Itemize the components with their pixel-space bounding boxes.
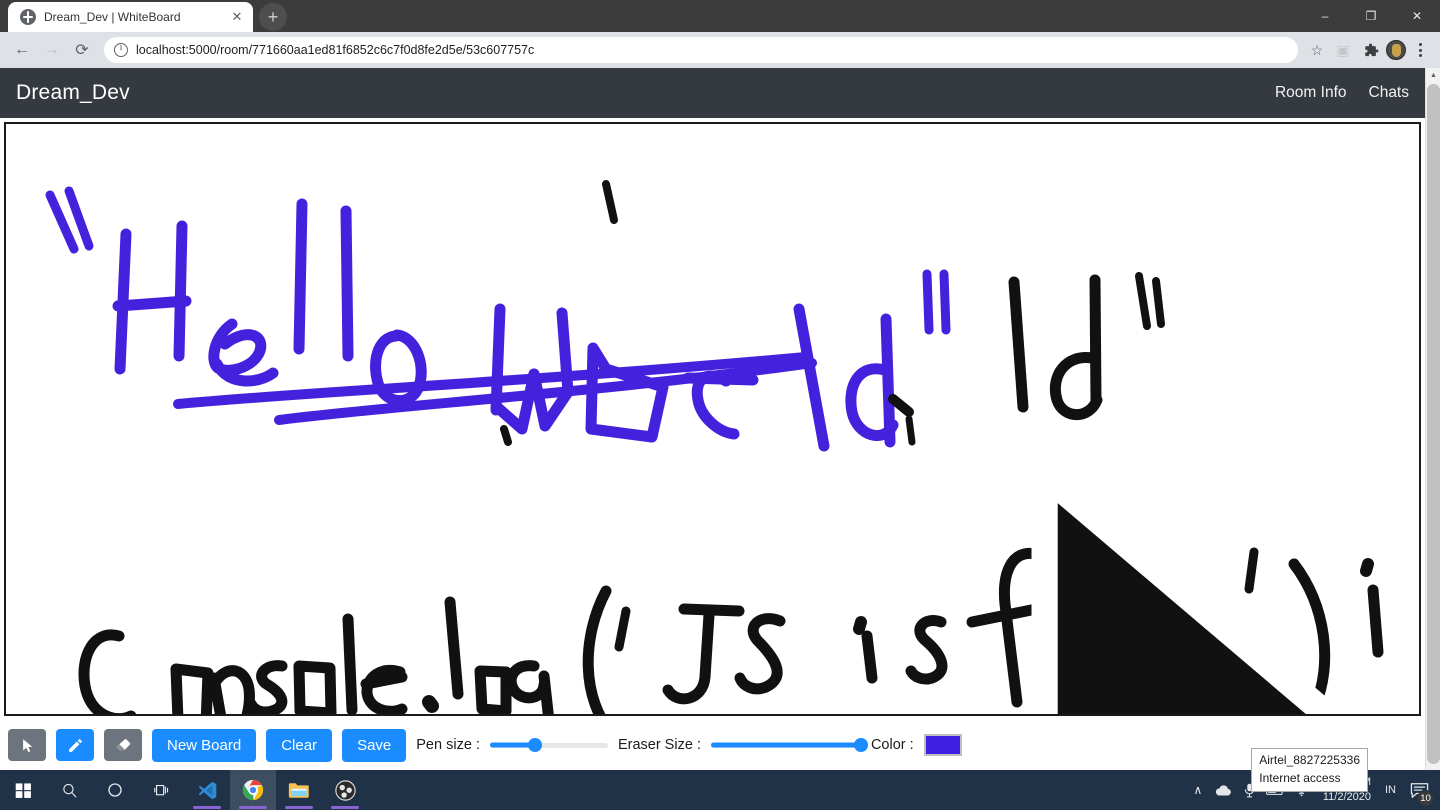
app-brand[interactable]: Dream_Dev <box>16 81 130 105</box>
pen-size-control: Pen size : <box>416 737 608 753</box>
action-center-button[interactable]: 10 <box>1402 770 1436 810</box>
eraser-size-control: Eraser Size : <box>617 737 868 753</box>
url-text: localhost:5000/room/771660aa1ed81f6852c6… <box>136 43 535 57</box>
color-label: Color : <box>870 737 914 753</box>
new-tab-button[interactable]: + <box>259 3 287 31</box>
search-icon <box>62 783 76 797</box>
file-explorer-taskbar-button[interactable] <box>276 770 322 810</box>
color-picker-swatch[interactable] <box>923 734 962 756</box>
clock-date: 11/2/2020 <box>1322 791 1371 803</box>
close-window-button[interactable]: ✕ <box>1394 0 1440 32</box>
back-button[interactable]: ← <box>8 36 36 64</box>
maximize-button[interactable]: ❐ <box>1348 0 1394 32</box>
task-view-icon <box>153 784 168 795</box>
eraser-size-label: Eraser Size : <box>617 737 701 753</box>
scroll-up-arrow-icon[interactable]: ▲ <box>1426 68 1440 83</box>
eraser-icon <box>116 738 130 750</box>
header-nav: Room Info Chats <box>1275 84 1409 102</box>
pencil-icon <box>68 738 82 752</box>
language-indicator[interactable]: IN <box>1379 770 1402 810</box>
clear-button[interactable]: Clear <box>266 728 333 762</box>
obs-icon <box>334 779 356 801</box>
browser-tab-title: Dream_Dev | WhiteBoard <box>44 10 181 24</box>
network-tooltip: Airtel_8827225336 Internet access <box>1251 748 1368 792</box>
browser-toolbar: ← → ⟳ localhost:5000/room/771660aa1ed81f… <box>0 32 1440 68</box>
pen-size-label: Pen size : <box>416 737 480 753</box>
select-tool-button[interactable] <box>8 729 46 761</box>
globe-icon <box>20 9 36 25</box>
forward-button: → <box>44 41 60 58</box>
page-viewport: Dream_Dev Room Info Chats New Board Clea… <box>0 68 1440 810</box>
three-dot-menu-icon[interactable] <box>1408 37 1432 63</box>
eraser-tool-button[interactable] <box>104 729 142 761</box>
reload-button[interactable]: ⟳ <box>68 36 96 64</box>
start-button[interactable] <box>0 770 46 810</box>
pen-size-slider[interactable] <box>489 738 608 752</box>
app-header: Dream_Dev Room Info Chats <box>0 68 1425 118</box>
whiteboard-app: Dream_Dev Room Info Chats New Board Clea… <box>0 68 1425 774</box>
system-tray: ∧ 11/2/2020 IN 10 Airtel_8827225336 Inte… <box>1185 748 1440 810</box>
eraser-size-slider[interactable] <box>710 738 868 752</box>
chrome-browser-window: Dream_Dev | WhiteBoard ✕ + – ❐ ✕ ← → ⟳ l… <box>0 0 1440 810</box>
minimize-button[interactable]: – <box>1302 0 1348 32</box>
browser-tab[interactable]: Dream_Dev | WhiteBoard ✕ <box>8 2 253 32</box>
search-button[interactable] <box>46 770 92 810</box>
vscode-icon <box>198 781 216 799</box>
bookmark-star-icon[interactable]: ☆ <box>1306 39 1328 61</box>
windows-taskbar: ∧ 11/2/2020 IN 10 Airtel_8827225336 Inte… <box>0 748 1440 810</box>
vscode-taskbar-button[interactable] <box>184 770 230 810</box>
folder-icon <box>288 782 309 798</box>
obs-taskbar-button[interactable] <box>322 770 368 810</box>
page-scrollbar[interactable]: ▲ ▼ <box>1425 68 1440 810</box>
cortana-button[interactable] <box>92 770 138 810</box>
chrome-taskbar-button[interactable] <box>230 770 276 810</box>
room-info-link[interactable]: Room Info <box>1275 84 1347 102</box>
cast-icon[interactable]: ▣ <box>1330 37 1356 63</box>
onedrive-cloud-icon[interactable] <box>1211 770 1237 810</box>
window-controls: – ❐ ✕ <box>1302 0 1440 32</box>
browser-tab-strip: Dream_Dev | WhiteBoard ✕ + – ❐ ✕ <box>0 0 1440 32</box>
whiteboard-canvas[interactable] <box>4 122 1421 716</box>
cortana-circle-icon <box>108 783 122 797</box>
windows-logo-icon <box>15 782 31 798</box>
eraser-slider-fill <box>710 742 861 748</box>
pen-slider-thumb[interactable] <box>527 738 542 752</box>
cursor-arrow-icon <box>22 738 32 752</box>
pen-tool-button[interactable] <box>56 729 94 761</box>
color-control: Color : <box>871 734 962 756</box>
notification-count-badge: 10 <box>1417 790 1434 807</box>
network-tooltip-ssid: Airtel_8827225336 <box>1259 753 1360 768</box>
extensions-puzzle-icon[interactable] <box>1358 37 1384 63</box>
info-circle-icon[interactable] <box>114 42 128 57</box>
address-bar[interactable]: localhost:5000/room/771660aa1ed81f6852c6… <box>104 37 1298 63</box>
save-button[interactable]: Save <box>342 728 407 762</box>
task-view-button[interactable] <box>138 770 184 810</box>
show-hidden-icons-button[interactable]: ∧ <box>1185 770 1211 810</box>
whiteboard-toolbar: New Board Clear Save Pen size : Eraser S… <box>0 716 1425 774</box>
chrome-icon <box>242 779 264 801</box>
chats-link[interactable]: Chats <box>1369 84 1410 102</box>
close-icon[interactable]: ✕ <box>229 9 245 25</box>
scrollbar-thumb[interactable] <box>1427 84 1440 764</box>
new-board-button[interactable]: New Board <box>152 728 257 762</box>
network-tooltip-status: Internet access <box>1259 770 1341 785</box>
eraser-slider-thumb[interactable] <box>853 738 868 752</box>
profile-avatar[interactable] <box>1386 40 1406 60</box>
